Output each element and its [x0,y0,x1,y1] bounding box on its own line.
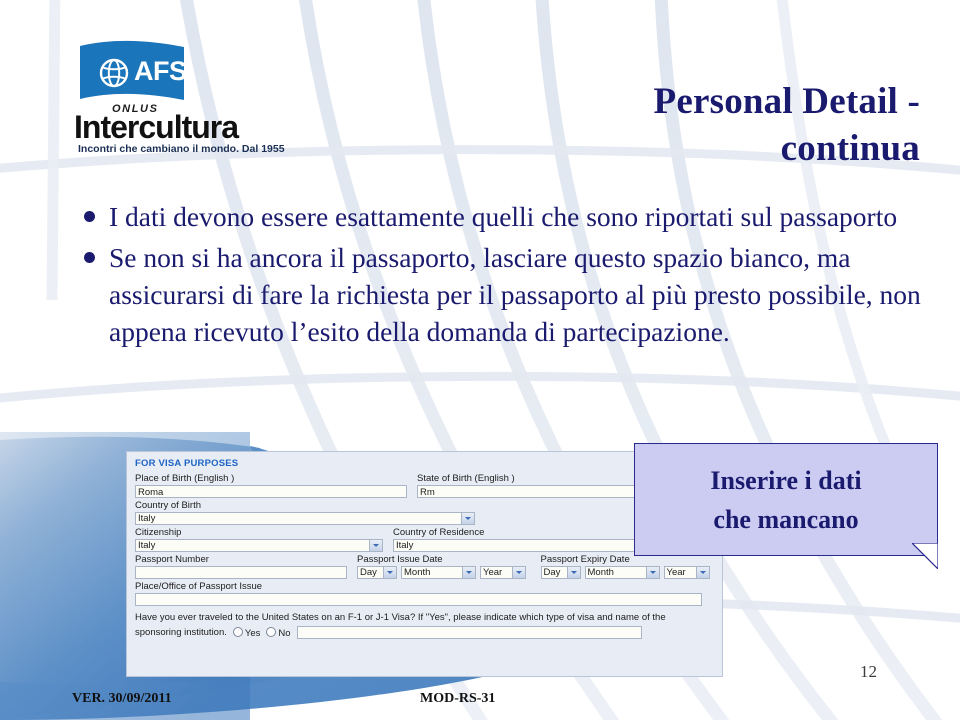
issue-year-select[interactable]: Year [480,566,526,579]
bullet-list: I dati devono essere esattamente quelli … [84,198,936,355]
country-of-residence-value: Italy [396,540,414,551]
citizenship-select[interactable]: Italy [135,539,383,552]
country-of-birth-value: Italy [138,513,156,524]
issue-day-select[interactable]: Day [357,566,397,579]
citizenship-row: Citizenship Italy Country of Residence I… [135,526,714,552]
no-radio-option[interactable]: No [266,626,291,639]
callout-box: Inserire i dati che mancano [634,443,938,556]
list-item: I dati devono essere esattamente quelli … [84,198,936,235]
place-office-label: Place/Office of Passport Issue [135,581,263,592]
slide-canvas: AFS ONLUS Intercultura Incontri che camb… [0,0,960,720]
chevron-down-icon [512,567,525,578]
passport-issue-date-label: Passport Issue Date [357,554,443,565]
chevron-down-icon [462,567,475,578]
place-of-birth-label: Place of Birth (English ) [135,473,235,484]
issue-month-value: Month [404,567,431,578]
page-number: 12 [860,662,877,681]
travel-answer-input[interactable] [296,626,642,639]
country-of-birth-label: Country of Birth [135,500,201,511]
place-office-row: Place/Office of Passport Issue [135,580,714,606]
passport-number-label: Passport Number [135,554,209,565]
form-section-header: FOR VISA PURPOSES [135,458,239,469]
expiry-day-select[interactable]: Day [540,566,581,579]
travel-question-text-2: sponsoring institution. [135,627,227,638]
chevron-down-icon [369,540,382,551]
svg-text:Intercultura: Intercultura [74,109,239,145]
page-title: Personal Detail - continua [470,78,920,173]
title-line-2: continua [780,128,920,170]
list-item: Se non si ha ancora il passaporto, lasci… [84,239,936,350]
passport-number-input[interactable] [135,566,347,579]
callout-line-2: che mancano [713,504,859,534]
bullet-text: I dati devono essere esattamente quelli … [109,201,898,232]
callout-pointer-tail [912,543,938,569]
expiry-year-value: Year [666,567,686,578]
country-of-birth-select[interactable]: Italy [135,512,475,525]
place-of-birth-input[interactable]: Roma [135,485,407,498]
birth-place-row: Place of Birth (English ) Roma State of … [135,472,714,498]
chevron-down-icon [645,567,659,578]
footer-version: VER. 30/09/2011 [72,691,172,706]
bullet-dot-icon [84,252,95,264]
place-office-input[interactable] [135,593,702,606]
issue-year-value: Year [483,567,503,578]
yes-radio-option[interactable]: Yes [232,626,261,639]
passport-expiry-date-group: Day Month Year [540,566,715,579]
expiry-day-value: Day [543,567,561,578]
passport-issue-date-group: Day Month Year [357,566,531,579]
expiry-month-select[interactable]: Month [584,566,660,579]
bullet-text: Se non si ha ancora il passaporto, lasci… [109,242,921,348]
citizenship-label: Citizenship [135,527,182,538]
chevron-down-icon [461,513,474,524]
radio-icon[interactable] [232,626,243,637]
svg-text:AFS: AFS [134,56,187,86]
travel-answer-row: sponsoring institution. Yes No [135,626,714,639]
issue-month-select[interactable]: Month [401,566,476,579]
travel-question-text: Have you ever traveled to the United Sta… [135,612,666,623]
afs-intercultura-logo: AFS ONLUS Intercultura Incontri che camb… [72,38,308,156]
issue-day-value: Day [360,567,377,578]
citizenship-value: Italy [138,540,156,551]
footer-module-code: MOD-RS-31 [420,691,496,706]
passport-row: Passport Number Passport Issue Date Day … [135,553,714,579]
title-line-1: Personal Detail - [653,81,920,122]
chevron-down-icon [695,567,709,578]
radio-icon[interactable] [266,626,277,637]
no-label: No [278,627,291,639]
expiry-year-select[interactable]: Year [663,566,710,579]
chevron-down-icon [383,567,396,578]
callout-line-1: Inserire i dati [710,465,862,495]
yes-label: Yes [244,627,261,639]
chevron-down-icon [566,567,580,578]
country-of-birth-row: Country of Birth Italy [135,499,714,525]
expiry-month-value: Month [587,567,614,578]
bullet-dot-icon [84,211,95,222]
svg-text:Incontri che cambiano il mondo: Incontri che cambiano il mondo. Dal 1955 [78,143,285,155]
